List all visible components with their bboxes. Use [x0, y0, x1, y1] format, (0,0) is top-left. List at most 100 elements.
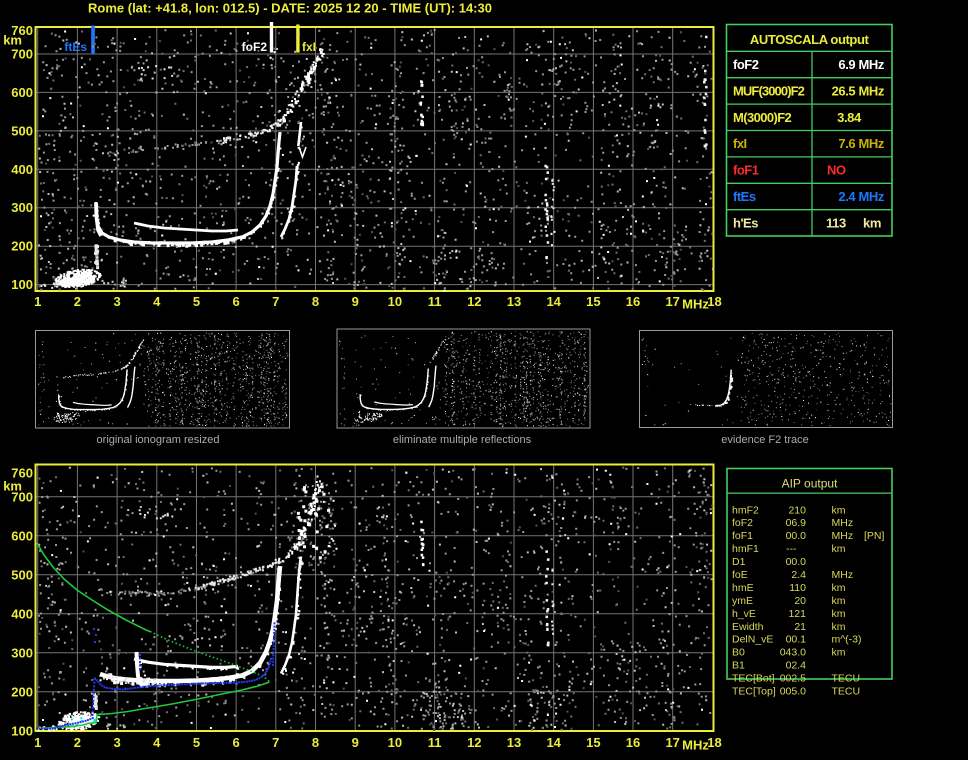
- svg-text:fxI: fxI: [733, 136, 747, 151]
- svg-text:200: 200: [11, 239, 33, 254]
- svg-text:002.5: 002.5: [780, 673, 806, 685]
- svg-text:17: 17: [665, 294, 679, 309]
- svg-text:eliminate multiple reflections: eliminate multiple reflections: [393, 434, 532, 446]
- svg-text:210: 210: [788, 504, 806, 516]
- svg-text:h_vE: h_vE: [732, 608, 756, 620]
- svg-text:ftEs: ftEs: [733, 189, 756, 204]
- svg-text:foF1: foF1: [732, 530, 753, 542]
- svg-text:km: km: [3, 32, 22, 47]
- svg-text:18: 18: [707, 294, 721, 309]
- svg-text:km: km: [863, 215, 881, 230]
- svg-text:km: km: [832, 647, 846, 659]
- svg-text:NO: NO: [827, 163, 846, 178]
- svg-text:3: 3: [113, 735, 120, 750]
- svg-text:15: 15: [586, 735, 600, 750]
- svg-text:Rome (lat: +41.8, lon: 012.5): Rome (lat: +41.8, lon: 012.5) - DATE: 20…: [88, 1, 492, 16]
- svg-text:foF2: foF2: [242, 40, 268, 54]
- svg-text:AUTOSCALA output: AUTOSCALA output: [750, 32, 870, 47]
- svg-text:13: 13: [507, 735, 521, 750]
- svg-text:700: 700: [11, 489, 33, 504]
- svg-text:DelN_vE: DelN_vE: [732, 634, 773, 646]
- svg-text:5: 5: [193, 294, 200, 309]
- svg-text:TECU: TECU: [832, 673, 861, 685]
- svg-text:3.84: 3.84: [837, 110, 862, 125]
- svg-text:500: 500: [11, 123, 33, 138]
- svg-text:11: 11: [428, 294, 442, 309]
- svg-text:6: 6: [232, 735, 239, 750]
- svg-text:13: 13: [507, 294, 521, 309]
- svg-text:km: km: [832, 582, 846, 594]
- svg-text:200: 200: [11, 684, 33, 699]
- svg-text:20: 20: [794, 595, 806, 607]
- svg-text:MHz: MHz: [682, 738, 709, 753]
- svg-text:M(3000)F2: M(3000)F2: [733, 110, 792, 125]
- svg-text:06.9: 06.9: [786, 517, 807, 529]
- svg-text:fxI: fxI: [302, 40, 316, 54]
- svg-text:21: 21: [794, 621, 806, 633]
- svg-text:15: 15: [586, 294, 600, 309]
- svg-text:700: 700: [11, 47, 33, 62]
- svg-text:2: 2: [74, 735, 81, 750]
- svg-text:1: 1: [34, 294, 41, 309]
- svg-text:km: km: [832, 621, 846, 633]
- svg-text:14: 14: [546, 735, 561, 750]
- svg-text:[PN]: [PN]: [864, 530, 885, 542]
- svg-text:TECU: TECU: [832, 686, 861, 698]
- svg-text:11: 11: [428, 735, 442, 750]
- svg-text:400: 400: [11, 606, 33, 621]
- svg-text:km: km: [832, 543, 846, 555]
- svg-text:2.4: 2.4: [791, 569, 806, 581]
- svg-text:MUF(3000)F2: MUF(3000)F2: [733, 83, 805, 98]
- svg-text:400: 400: [11, 162, 33, 177]
- svg-text:4: 4: [153, 735, 161, 750]
- svg-text:7: 7: [272, 294, 279, 309]
- svg-text:043.0: 043.0: [780, 647, 806, 659]
- svg-text:original ionogram resized: original ionogram resized: [97, 434, 220, 446]
- svg-text:ymE: ymE: [732, 595, 753, 607]
- svg-text:9: 9: [352, 294, 359, 309]
- svg-text:2: 2: [74, 294, 81, 309]
- svg-text:D1: D1: [732, 556, 746, 568]
- svg-text:evidence F2 trace: evidence F2 trace: [721, 434, 808, 446]
- svg-text:h'Es: h'Es: [733, 215, 758, 230]
- svg-text:18: 18: [707, 735, 721, 750]
- svg-text:km: km: [832, 608, 846, 620]
- svg-text:9: 9: [352, 735, 359, 750]
- svg-text:B1: B1: [732, 660, 745, 672]
- svg-text:B0: B0: [732, 647, 745, 659]
- svg-text:100: 100: [11, 723, 33, 738]
- svg-text:TEC[Top]: TEC[Top]: [732, 686, 776, 698]
- svg-text:6: 6: [232, 294, 239, 309]
- svg-text:12: 12: [467, 735, 481, 750]
- svg-text:300: 300: [11, 645, 33, 660]
- svg-text:MHz: MHz: [832, 517, 854, 529]
- svg-text:1: 1: [34, 735, 41, 750]
- svg-text:7: 7: [272, 735, 279, 750]
- svg-text:km: km: [832, 504, 846, 516]
- svg-text:MHz: MHz: [832, 530, 854, 542]
- svg-text:7.6 MHz: 7.6 MHz: [838, 136, 885, 151]
- svg-text:foF2: foF2: [732, 517, 753, 529]
- svg-text:00.1: 00.1: [786, 634, 807, 646]
- svg-text:5: 5: [193, 735, 200, 750]
- svg-text:16: 16: [626, 294, 640, 309]
- svg-text:005.0: 005.0: [780, 686, 806, 698]
- svg-text:100: 100: [11, 277, 33, 292]
- svg-text:MHz: MHz: [832, 569, 854, 581]
- svg-text:km: km: [832, 595, 846, 607]
- svg-text:6.9 MHz: 6.9 MHz: [838, 57, 885, 72]
- svg-text:hmF2: hmF2: [732, 504, 759, 516]
- svg-text:AIP output: AIP output: [782, 477, 838, 491]
- svg-text:600: 600: [11, 85, 33, 100]
- svg-text:00.0: 00.0: [786, 530, 807, 542]
- svg-text:Ewidth: Ewidth: [732, 621, 764, 633]
- svg-text:110: 110: [789, 582, 806, 594]
- svg-text:foF1: foF1: [733, 163, 759, 178]
- svg-text:8: 8: [312, 294, 319, 309]
- svg-text:17: 17: [665, 735, 679, 750]
- svg-text:foE: foE: [732, 569, 748, 581]
- svg-text:16: 16: [626, 735, 640, 750]
- svg-text:MHz: MHz: [682, 297, 709, 312]
- svg-text:02.4: 02.4: [786, 660, 807, 672]
- svg-text:26.5 MHz: 26.5 MHz: [832, 83, 885, 98]
